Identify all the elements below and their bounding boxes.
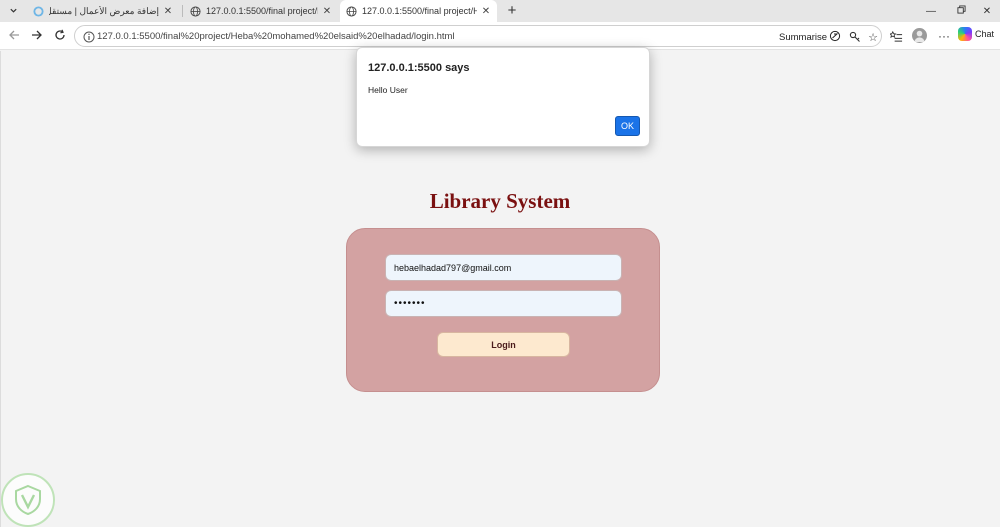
close-icon: ✕: [982, 5, 992, 17]
chevron-down-icon: [9, 6, 18, 17]
arrow-left-icon: [8, 29, 20, 44]
tab-title: 127.0.0.1:5500/final project/Heba: [206, 6, 318, 16]
password-value: •••••••: [394, 298, 426, 309]
favorites-list-icon[interactable]: [888, 28, 904, 44]
globe-icon: [346, 5, 357, 17]
tab-divider: [182, 5, 183, 17]
restore-icon: [956, 5, 966, 17]
dialog-message: Hello User: [368, 85, 408, 95]
login-card: hebaelhadad797@gmail.com ••••••• Login: [346, 228, 660, 392]
plus-icon: +: [507, 2, 517, 19]
tab-library-active[interactable]: 127.0.0.1:5500/final project/Heba ✕: [340, 0, 497, 22]
back-button[interactable]: [6, 28, 22, 44]
avatar-icon[interactable]: [912, 28, 927, 43]
key-icon[interactable]: [848, 30, 862, 44]
login-button[interactable]: Login: [437, 332, 570, 357]
minimize-button[interactable]: —: [916, 0, 946, 22]
more-icon[interactable]: ···: [936, 28, 952, 44]
close-icon[interactable]: ✕: [481, 6, 491, 17]
password-field[interactable]: •••••••: [385, 290, 622, 317]
tab-actions-button[interactable]: [4, 3, 22, 19]
url-text: 127.0.0.1:5500/final%20project/Heba%20mo…: [97, 31, 455, 42]
tab-title: إضافة معرض الأعمال | مستقل: [49, 5, 159, 16]
address-bar[interactable]: 127.0.0.1:5500/final%20project/Heba%20mo…: [74, 25, 882, 47]
close-icon[interactable]: ✕: [322, 6, 332, 17]
arrow-right-icon: [31, 29, 43, 44]
refresh-icon: [54, 29, 66, 44]
email-field[interactable]: hebaelhadad797@gmail.com: [385, 254, 622, 281]
forward-button[interactable]: [29, 28, 45, 44]
tab-strip: إضافة معرض الأعمال | مستقل ✕ 127.0.0.1:5…: [0, 0, 1000, 22]
refresh-button[interactable]: [52, 28, 68, 44]
globe-icon: [190, 5, 201, 17]
ok-button[interactable]: OK: [615, 116, 640, 136]
summarise-label: Summarise: [779, 32, 828, 43]
minimize-icon: —: [926, 5, 936, 17]
tab-library-1[interactable]: 127.0.0.1:5500/final project/Heba ✕: [184, 0, 338, 22]
new-tab-button[interactable]: +: [504, 2, 520, 20]
tab-title: 127.0.0.1:5500/final project/Heba: [362, 6, 477, 16]
email-value: hebaelhadad797@gmail.com: [394, 262, 512, 273]
close-window-button[interactable]: ✕: [972, 0, 1000, 22]
copilot-chat-button[interactable]: Chat: [958, 27, 994, 41]
copilot-icon: [958, 27, 972, 41]
info-icon[interactable]: [83, 30, 95, 43]
summarise-button[interactable]: Summarise: [779, 30, 841, 45]
star-icon[interactable]: ☆: [866, 30, 880, 44]
close-icon[interactable]: ✕: [163, 6, 173, 17]
browser-toolbar: 127.0.0.1:5500/final%20project/Heba%20mo…: [0, 22, 1000, 50]
page-title: Library System: [429, 189, 571, 213]
dialog-title: 127.0.0.1:5500 says: [368, 62, 470, 74]
mostaql-favicon-icon: [33, 5, 44, 17]
summarise-icon: [829, 30, 841, 45]
alert-dialog: 127.0.0.1:5500 says Hello User OK: [356, 47, 650, 147]
watermark-logo-icon: [1, 473, 55, 527]
tab-mostaql[interactable]: إضافة معرض الأعمال | مستقل ✕: [27, 0, 179, 22]
chat-label: Chat: [975, 29, 995, 39]
